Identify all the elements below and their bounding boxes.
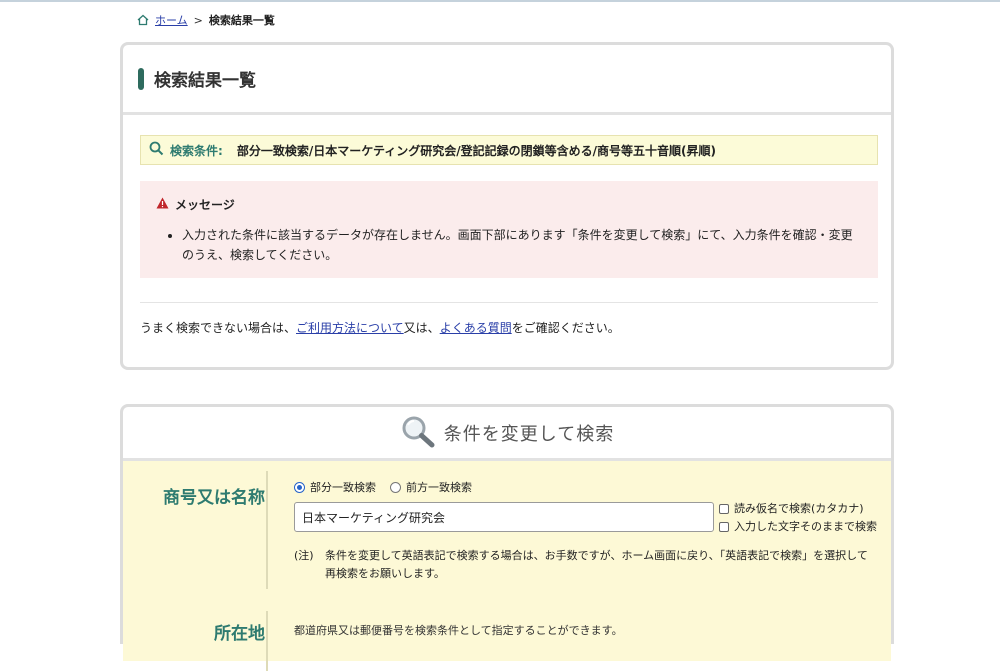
partial-match-radio[interactable]: 部分一致検索 <box>294 479 376 495</box>
help-line: うまく検索できない場合は、ご利用方法について又は、よくある質問をご確認ください。 <box>140 319 620 336</box>
checkbox-icon <box>719 522 729 532</box>
usage-guide-link[interactable]: ご利用方法について <box>296 321 404 335</box>
condition-value: 部分一致検索/日本マーケティング研究会/登記記録の閉鎖等含める/商号等五十音順(… <box>236 143 716 158</box>
search-condition-box: 検索条件: 部分一致検索/日本マーケティング研究会/登記記録の閉鎖等含める/商号… <box>140 135 878 165</box>
radio-selected-icon <box>294 481 305 493</box>
search-icon <box>149 141 164 159</box>
row-separator <box>266 471 268 589</box>
address-row-label: 所在地 <box>214 624 265 644</box>
checkbox-label: 読み仮名で検索(カタカナ) <box>734 502 864 515</box>
match-type-radios: 部分一致検索 前方一致検索 <box>294 479 472 495</box>
exact-text-checkbox[interactable]: 入力した文字そのままで検索 <box>719 518 877 536</box>
search-options: 読み仮名で検索(カタカナ) 入力した文字そのままで検索 <box>719 500 877 536</box>
breadcrumb-current: 検索結果一覧 <box>208 14 275 27</box>
search-form: 商号又は名称 部分一致検索 前方一致検索 読み仮名で検索(カタカナ) 入力した文… <box>123 461 891 671</box>
breadcrumb: ホーム > 検索結果一覧 <box>137 12 275 28</box>
results-panel: 検索結果一覧 検索条件: 部分一致検索/日本マーケティング研究会/登記記録の閉鎖… <box>120 42 894 370</box>
modify-search-header: 条件を変更して検索 <box>123 407 891 461</box>
kana-search-checkbox[interactable]: 読み仮名で検索(カタカナ) <box>719 500 877 518</box>
modify-search-title: 条件を変更して検索 <box>443 423 615 445</box>
title-accent-bar <box>138 67 144 90</box>
condition-label: 検索条件: <box>170 143 223 158</box>
company-name-input[interactable] <box>294 502 714 532</box>
help-middle: 又は、 <box>403 321 440 335</box>
search-icon <box>400 414 436 451</box>
help-suffix: をご確認ください。 <box>511 321 620 335</box>
radio-unselected-icon <box>390 481 401 493</box>
faq-link[interactable]: よくある質問 <box>440 321 512 335</box>
note-mark: (注) <box>294 549 314 562</box>
note-text: 条件を変更して英語表記で検索する場合は、お手数ですが、ホーム画面に戻り、「英語表… <box>325 549 868 580</box>
row-separator <box>266 611 268 671</box>
modify-search-panel: 条件を変更して検索 商号又は名称 部分一致検索 前方一致検索 読み仮名で検索(カ… <box>120 404 894 671</box>
name-row-label: 商号又は名称 <box>163 488 265 508</box>
message-item: 入力された条件に該当するデータが存在しません。画面下部にあります「条件を変更して… <box>182 225 862 265</box>
message-heading: メッセージ <box>175 198 235 212</box>
page-title: 検索結果一覧 <box>154 71 256 91</box>
radio-label: 前方一致検索 <box>406 481 472 494</box>
english-search-note: (注) 条件を変更して英語表記で検索する場合は、お手数ですが、ホーム画面に戻り、… <box>294 547 874 583</box>
help-prefix: うまく検索できない場合は、 <box>140 321 297 335</box>
warning-icon <box>156 197 169 212</box>
prefix-match-radio[interactable]: 前方一致検索 <box>390 479 472 495</box>
breadcrumb-separator: > <box>193 13 203 27</box>
results-panel-header: 検索結果一覧 <box>123 45 891 115</box>
message-list: 入力された条件に該当するデータが存在しません。画面下部にあります「条件を変更して… <box>156 225 862 265</box>
breadcrumb-home-link[interactable]: ホーム <box>155 12 188 28</box>
checkbox-icon <box>719 504 729 514</box>
divider <box>140 302 878 303</box>
home-icon <box>137 14 149 26</box>
message-box: メッセージ 入力された条件に該当するデータが存在しません。画面下部にあります「条… <box>140 181 878 278</box>
checkbox-label: 入力した文字そのままで検索 <box>734 520 877 533</box>
address-hint: 都道府県又は郵便番号を検索条件として指定することができます。 <box>294 624 623 637</box>
radio-label: 部分一致検索 <box>310 481 376 494</box>
